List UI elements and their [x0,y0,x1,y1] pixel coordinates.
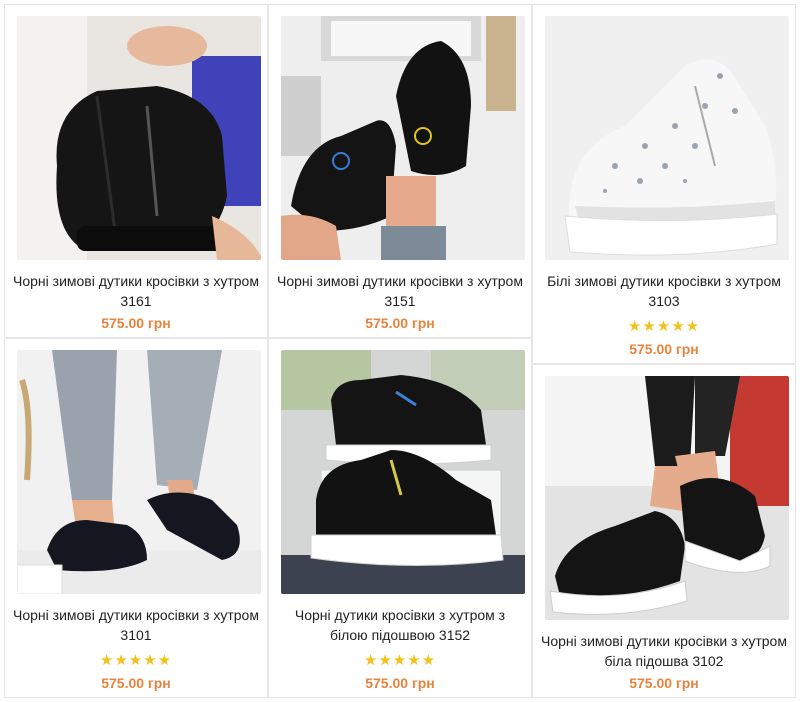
rating-stars: ★★★★★ [99,652,173,669]
product-price: 575.00 грн [365,315,435,331]
rating-stars: ★★★★★ [627,318,701,335]
product-price: 575.00 грн [629,675,699,691]
product-card[interactable]: Чорні зимові дутики кросівки з хутром 31… [4,4,268,338]
product-price: 575.00 грн [101,315,171,331]
product-image[interactable] [17,16,261,260]
rating-stars: ★★★★★ [363,652,437,669]
product-image[interactable] [545,16,789,260]
product-price: 575.00 грн [365,675,435,691]
product-card[interactable]: Чорні зимові дутики кросівки з хутром бі… [532,364,796,698]
product-image[interactable] [545,376,789,620]
product-image[interactable] [281,16,525,260]
product-card[interactable]: Білі зимові дутики кросівки з хутром 310… [532,4,796,364]
product-card[interactable]: Чорні зимові дутики кросівки з хутром 31… [4,338,268,698]
product-image[interactable] [17,350,261,594]
product-title[interactable]: Чорні зимові дутики кросівки з хутром бі… [539,631,789,671]
product-title[interactable]: Чорні дутики кросівки з хутром з білою п… [275,605,525,645]
product-card[interactable]: Чорні зимові дутики кросівки з хутром 31… [268,4,532,338]
product-title[interactable]: Чорні зимові дутики кросівки з хутром 31… [275,271,525,311]
product-title[interactable]: Білі зимові дутики кросівки з хутром 310… [539,271,789,311]
product-price: 575.00 грн [101,675,171,691]
product-title[interactable]: Чорні зимові дутики кросівки з хутром 31… [11,271,261,311]
product-image[interactable] [281,350,525,594]
product-title[interactable]: Чорні зимові дутики кросівки з хутром 31… [11,605,261,645]
product-card[interactable]: Чорні дутики кросівки з хутром з білою п… [268,338,532,698]
product-price: 575.00 грн [629,341,699,357]
